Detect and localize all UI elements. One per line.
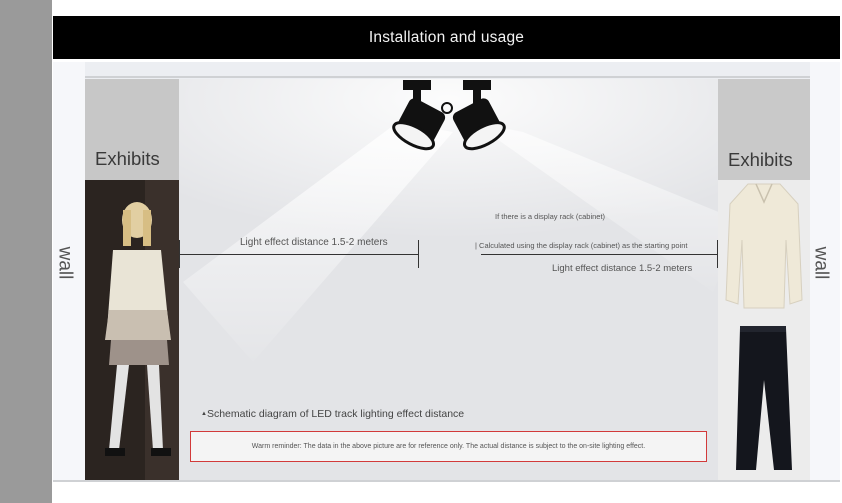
left-exhibit-photo: [85, 180, 179, 482]
rack-start-text: Calculated using the display rack (cabin…: [479, 241, 688, 250]
right-distance-line: [481, 254, 717, 255]
left-distance-line: [179, 254, 418, 255]
left-distance-tick-start: [179, 240, 180, 268]
trousers-icon: [736, 326, 792, 470]
left-distance-label: Light effect distance 1.5-2 meters: [240, 237, 388, 248]
caption-text: Schematic diagram of LED track lighting …: [206, 408, 465, 420]
installation-diagram: wall wall Exhibits Exhibits Light effect…: [53, 62, 840, 482]
warm-reminder-text: Warm reminder: The data in the above pic…: [251, 443, 646, 450]
right-exhibits-label: Exhibits: [728, 149, 793, 170]
left-distance-tick-end: [418, 240, 419, 268]
track-spotlight-icon: [392, 80, 506, 151]
bottom-divider: [53, 480, 840, 482]
right-distance-tick-end: [717, 240, 718, 268]
display-rack-note: If there is a display rack (cabinet): [495, 212, 606, 221]
warm-reminder-box: Warm reminder: The data in the above pic…: [190, 431, 707, 462]
right-exhibit-photo: [718, 180, 810, 482]
diagram-caption: ▲Schematic diagram of LED track lighting…: [201, 408, 464, 420]
rack-start-note: | Calculated using the display rack (cab…: [475, 241, 688, 250]
mannequin-icon: [85, 180, 179, 482]
header-title: Installation and usage: [368, 29, 525, 46]
header-bar: Installation and usage: [53, 16, 840, 59]
left-exhibits-label: Exhibits: [95, 148, 160, 169]
right-distance-label: Light effect distance 1.5-2 meters: [552, 263, 693, 274]
left-gray-strip: [0, 0, 52, 503]
